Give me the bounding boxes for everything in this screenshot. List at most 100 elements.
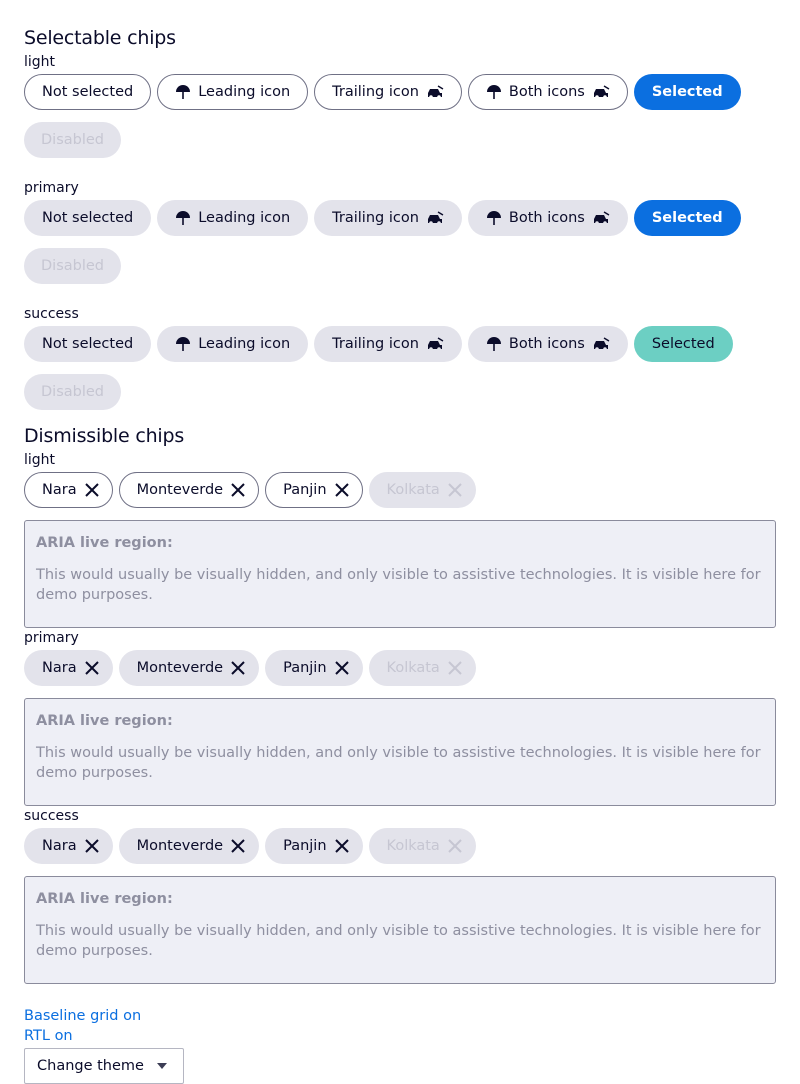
chip-label: Nara bbox=[42, 660, 77, 676]
chip-not-selected[interactable]: Not selected bbox=[24, 326, 152, 362]
chip-both-icons[interactable]: Both icons bbox=[467, 326, 628, 362]
chip-label: Both icons bbox=[508, 84, 585, 100]
umbrella-icon bbox=[486, 210, 502, 226]
chip-label: Disabled bbox=[41, 384, 104, 400]
chip-trailing-icon[interactable]: Trailing icon bbox=[314, 326, 462, 362]
chip-label: Trailing icon bbox=[332, 336, 419, 352]
chip-nara[interactable]: Nara bbox=[24, 650, 113, 686]
chip-label: Disabled bbox=[41, 258, 104, 274]
chip-leading-icon[interactable]: Leading icon bbox=[157, 200, 309, 236]
chip-label: Panjin bbox=[283, 838, 327, 854]
aria-live-region: ARIA live region: This would usually be … bbox=[24, 876, 776, 984]
selectable-chip-row-primary: Not selected Leading icon Trailing icon … bbox=[24, 200, 776, 284]
chip-both-icons[interactable]: Both icons bbox=[467, 74, 628, 110]
chip-label: Kolkata bbox=[386, 660, 440, 676]
baseline-grid-toggle[interactable]: Baseline grid on bbox=[24, 1006, 776, 1026]
umbrella-icon bbox=[486, 336, 502, 352]
group-label-primary: primary bbox=[24, 180, 79, 196]
car-icon bbox=[592, 85, 610, 99]
chip-kolkata: Kolkata bbox=[368, 828, 476, 864]
umbrella-icon bbox=[175, 336, 191, 352]
chip-label: Not selected bbox=[42, 84, 134, 100]
chip-label: Selected bbox=[651, 336, 715, 352]
chip-label: Selected bbox=[651, 84, 723, 100]
car-icon bbox=[426, 211, 444, 225]
chip-monteverde[interactable]: Monteverde bbox=[118, 828, 260, 864]
chip-monteverde[interactable]: Monteverde bbox=[118, 650, 260, 686]
live-region-title: ARIA live region: bbox=[36, 891, 173, 907]
close-icon bbox=[447, 838, 463, 854]
car-icon bbox=[592, 337, 610, 351]
rtl-toggle[interactable]: RTL on bbox=[24, 1026, 776, 1046]
umbrella-icon bbox=[486, 84, 502, 100]
close-icon[interactable] bbox=[334, 482, 350, 498]
chevron-down-icon bbox=[157, 1063, 167, 1069]
live-region-text: This would usually be visually hidden, a… bbox=[36, 567, 761, 603]
chip-label: Nara bbox=[42, 838, 77, 854]
selectable-chip-row-success: Not selected Leading icon Trailing icon … bbox=[24, 326, 776, 410]
dismissible-chips-heading: Dismissible chips bbox=[24, 425, 185, 447]
chip-disabled: Disabled bbox=[24, 248, 121, 284]
chip-label: Nara bbox=[42, 482, 77, 498]
chip-nara[interactable]: Nara bbox=[24, 828, 113, 864]
chip-monteverde[interactable]: Monteverde bbox=[118, 472, 260, 508]
chip-selected[interactable]: Selected bbox=[633, 326, 733, 362]
group-label-primary: primary bbox=[24, 630, 79, 646]
chip-kolkata: Kolkata bbox=[368, 472, 476, 508]
dismissible-chip-row-success: Nara Monteverde Panjin Kolkata bbox=[24, 828, 776, 864]
close-icon[interactable] bbox=[334, 660, 350, 676]
chip-not-selected[interactable]: Not selected bbox=[24, 200, 152, 236]
chip-label: Trailing icon bbox=[332, 84, 419, 100]
umbrella-icon bbox=[175, 84, 191, 100]
chip-kolkata: Kolkata bbox=[368, 650, 476, 686]
chip-both-icons[interactable]: Both icons bbox=[467, 200, 628, 236]
aria-live-region: ARIA live region: This would usually be … bbox=[24, 698, 776, 806]
chip-disabled: Disabled bbox=[24, 374, 121, 410]
chip-disabled: Disabled bbox=[24, 122, 121, 158]
chip-label: Disabled bbox=[41, 132, 104, 148]
group-label-success: success bbox=[24, 808, 79, 824]
live-region-text: This would usually be visually hidden, a… bbox=[36, 923, 761, 959]
chip-leading-icon[interactable]: Leading icon bbox=[157, 74, 309, 110]
close-icon bbox=[447, 482, 463, 498]
chip-label: Leading icon bbox=[198, 210, 291, 226]
close-icon[interactable] bbox=[334, 838, 350, 854]
group-label-success: success bbox=[24, 306, 79, 322]
close-icon[interactable] bbox=[84, 482, 100, 498]
chip-label: Panjin bbox=[283, 482, 327, 498]
live-region-title: ARIA live region: bbox=[36, 535, 173, 551]
chip-label: Not selected bbox=[42, 336, 134, 352]
chip-panjin[interactable]: Panjin bbox=[265, 472, 363, 508]
chip-label: Kolkata bbox=[386, 482, 440, 498]
chip-label: Monteverde bbox=[136, 482, 224, 498]
chip-leading-icon[interactable]: Leading icon bbox=[157, 326, 309, 362]
chip-label: Not selected bbox=[42, 210, 134, 226]
selectable-chip-row-light: Not selected Leading icon Trailing icon … bbox=[24, 74, 776, 158]
chip-selected[interactable]: Selected bbox=[633, 200, 741, 236]
group-label-light: light bbox=[24, 452, 56, 468]
change-theme-select[interactable]: Change theme bbox=[24, 1048, 184, 1084]
chip-label: Leading icon bbox=[198, 336, 291, 352]
chip-label: Panjin bbox=[283, 660, 327, 676]
close-icon[interactable] bbox=[84, 660, 100, 676]
chip-not-selected[interactable]: Not selected bbox=[24, 74, 152, 110]
chip-label: Kolkata bbox=[386, 838, 440, 854]
dismissible-chip-row-light: Nara Monteverde Panjin Kolkata bbox=[24, 472, 776, 508]
close-icon[interactable] bbox=[230, 482, 246, 498]
car-icon bbox=[426, 337, 444, 351]
chip-selected[interactable]: Selected bbox=[633, 74, 741, 110]
close-icon[interactable] bbox=[230, 660, 246, 676]
chip-trailing-icon[interactable]: Trailing icon bbox=[314, 74, 462, 110]
chip-panjin[interactable]: Panjin bbox=[265, 650, 363, 686]
car-icon bbox=[592, 211, 610, 225]
umbrella-icon bbox=[175, 210, 191, 226]
chip-nara[interactable]: Nara bbox=[24, 472, 113, 508]
chip-label: Leading icon bbox=[198, 84, 291, 100]
car-icon bbox=[426, 85, 444, 99]
close-icon[interactable] bbox=[230, 838, 246, 854]
chip-trailing-icon[interactable]: Trailing icon bbox=[314, 200, 462, 236]
chip-panjin[interactable]: Panjin bbox=[265, 828, 363, 864]
close-icon[interactable] bbox=[84, 838, 100, 854]
selectable-chips-heading: Selectable chips bbox=[24, 27, 176, 49]
chip-label: Both icons bbox=[508, 210, 585, 226]
